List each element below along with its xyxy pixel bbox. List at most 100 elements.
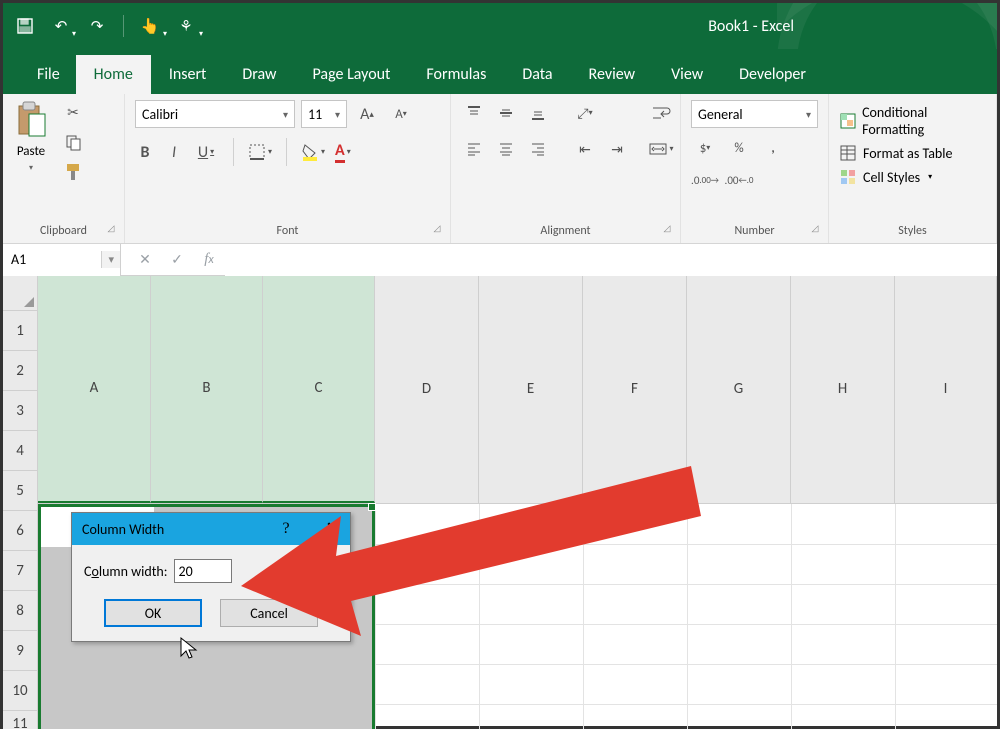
row-header[interactable]: 9 bbox=[3, 631, 38, 671]
decrease-font-icon[interactable]: A▾ bbox=[387, 100, 415, 128]
row-header[interactable]: 8 bbox=[3, 591, 38, 631]
column-header[interactable]: D bbox=[375, 276, 479, 503]
redo-icon[interactable]: ↷ bbox=[83, 12, 111, 40]
tab-insert[interactable]: Insert bbox=[151, 55, 225, 94]
paste-label: Paste bbox=[17, 144, 45, 159]
chevron-down-icon: ▾ bbox=[335, 108, 340, 121]
tab-home[interactable]: Home bbox=[76, 55, 151, 94]
column-header[interactable]: F bbox=[583, 276, 687, 503]
bold-button[interactable]: B bbox=[135, 138, 155, 166]
group-number: General▾ $ ▾ % , .0.00→ .00←.0 Number ◿ bbox=[681, 94, 829, 243]
fill-handle[interactable] bbox=[368, 503, 376, 511]
tab-page-layout[interactable]: Page Layout bbox=[295, 55, 409, 94]
row-header[interactable]: 6 bbox=[3, 511, 38, 551]
clipboard-launcher-icon[interactable]: ◿ bbox=[104, 221, 118, 235]
tab-developer[interactable]: Developer bbox=[721, 55, 824, 94]
font-launcher-icon[interactable]: ◿ bbox=[430, 221, 444, 235]
tab-review[interactable]: Review bbox=[571, 55, 654, 94]
borders-icon[interactable]: ▾ bbox=[248, 138, 272, 166]
touch-mode-icon[interactable]: 👆▾ bbox=[136, 12, 164, 40]
font-size-select[interactable]: 11▾ bbox=[301, 100, 347, 128]
undo-icon[interactable]: ↶▾ bbox=[47, 12, 75, 40]
orientation-icon[interactable]: ⤢▾ bbox=[572, 100, 598, 126]
column-width-input[interactable] bbox=[174, 559, 232, 583]
alignment-group-label: Alignment bbox=[540, 224, 590, 238]
decrease-decimal-icon[interactable]: .00←.0 bbox=[725, 168, 753, 192]
increase-decimal-icon[interactable]: .0.00→ bbox=[691, 168, 719, 192]
copy-icon[interactable] bbox=[61, 130, 85, 154]
align-right-icon[interactable] bbox=[525, 136, 551, 162]
ribbon: Paste ▾ ✂ Clipboard◿ Calibri▾ 11▾ A▴ A▾ bbox=[3, 94, 997, 244]
help-icon[interactable]: ? bbox=[274, 520, 298, 538]
increase-font-icon[interactable]: A▴ bbox=[353, 100, 381, 128]
align-left-icon[interactable] bbox=[461, 136, 487, 162]
increase-indent-icon[interactable]: ⇥ bbox=[604, 136, 630, 162]
column-header[interactable]: C bbox=[263, 276, 375, 503]
align-top-icon[interactable] bbox=[461, 100, 487, 126]
insert-function-icon[interactable]: fx bbox=[193, 244, 225, 276]
align-center-icon[interactable] bbox=[493, 136, 519, 162]
cut-icon[interactable]: ✂ bbox=[61, 100, 85, 124]
cancel-formula-icon[interactable]: ✕ bbox=[129, 244, 161, 276]
accounting-format-icon[interactable]: $ ▾ bbox=[691, 136, 719, 160]
formula-bar: A1▾ ✕ ✓ fx bbox=[3, 244, 997, 276]
enter-formula-icon[interactable]: ✓ bbox=[161, 244, 193, 276]
align-middle-icon[interactable] bbox=[493, 100, 519, 126]
number-launcher-icon[interactable]: ◿ bbox=[808, 221, 822, 235]
tab-draw[interactable]: Draw bbox=[224, 55, 294, 94]
number-group-label: Number bbox=[734, 224, 774, 238]
title-bar: ↶▾ ↷ 👆▾ ⚘▾ Book1 - Excel bbox=[3, 3, 997, 49]
formula-input[interactable] bbox=[225, 244, 997, 276]
align-bottom-icon[interactable] bbox=[525, 100, 551, 126]
row-header[interactable]: 4 bbox=[3, 431, 38, 471]
ok-button[interactable]: OK bbox=[104, 599, 202, 627]
mouse-cursor-icon bbox=[179, 636, 199, 662]
column-header[interactable]: E bbox=[479, 276, 583, 503]
close-icon[interactable]: ✕ bbox=[298, 519, 340, 539]
font-family-select[interactable]: Calibri▾ bbox=[135, 100, 295, 128]
column-header[interactable]: H bbox=[791, 276, 895, 503]
column-header[interactable]: B bbox=[151, 276, 263, 503]
column-width-dialog: Column Width ? ✕ Column width: OK Cancel bbox=[71, 512, 351, 642]
decrease-indent-icon[interactable]: ⇤ bbox=[572, 136, 598, 162]
worksheet: 1 2 3 4 5 6 7 8 9 10 11 A B C D E F G H … bbox=[3, 276, 997, 729]
row-header[interactable]: 2 bbox=[3, 351, 38, 391]
tab-view[interactable]: View bbox=[653, 55, 721, 94]
alignment-launcher-icon[interactable]: ◿ bbox=[660, 221, 674, 235]
row-header[interactable]: 10 bbox=[3, 671, 38, 711]
italic-button[interactable]: I bbox=[165, 138, 183, 166]
underline-button[interactable]: U▾ bbox=[193, 138, 219, 166]
conditional-formatting-button[interactable]: Conditional Formatting bbox=[839, 104, 986, 138]
column-header[interactable]: G bbox=[687, 276, 791, 503]
tab-formulas[interactable]: Formulas bbox=[408, 55, 504, 94]
font-color-icon[interactable]: A▾ bbox=[335, 138, 351, 166]
cell-styles-button[interactable]: Cell Styles▾ bbox=[839, 168, 986, 186]
fill-color-icon[interactable]: ▾ bbox=[301, 138, 325, 166]
name-box[interactable]: A1▾ bbox=[3, 244, 121, 276]
quick-access-toolbar: ↶▾ ↷ 👆▾ ⚘▾ bbox=[11, 3, 200, 49]
number-format-select[interactable]: General▾ bbox=[691, 100, 818, 128]
format-painter-icon[interactable] bbox=[61, 160, 85, 184]
format-as-table-button[interactable]: Format as Table bbox=[839, 144, 986, 162]
row-header[interactable]: 3 bbox=[3, 391, 38, 431]
tab-data[interactable]: Data bbox=[504, 55, 570, 94]
chevron-down-icon: ▾ bbox=[283, 108, 288, 121]
select-all-cell[interactable] bbox=[3, 276, 38, 311]
chevron-down-icon[interactable]: ▾ bbox=[101, 251, 120, 268]
group-styles: Conditional Formatting Format as Table C… bbox=[829, 94, 997, 243]
cancel-button[interactable]: Cancel bbox=[220, 599, 318, 627]
row-header[interactable]: 7 bbox=[3, 551, 38, 591]
column-header[interactable]: I bbox=[895, 276, 997, 503]
save-icon[interactable] bbox=[11, 12, 39, 40]
paste-button[interactable]: Paste ▾ bbox=[13, 100, 49, 173]
row-header[interactable]: 5 bbox=[3, 471, 38, 511]
tab-file[interactable]: File bbox=[21, 55, 76, 94]
row-header[interactable]: 11 bbox=[3, 711, 38, 729]
comma-format-icon[interactable]: , bbox=[759, 136, 787, 160]
percent-format-icon[interactable]: % bbox=[725, 136, 753, 160]
wrap-text-icon[interactable] bbox=[646, 100, 676, 126]
share-icon[interactable]: ⚘▾ bbox=[172, 12, 200, 40]
merge-center-icon[interactable]: ▾ bbox=[646, 136, 676, 162]
column-header[interactable]: A bbox=[38, 276, 151, 503]
row-header[interactable]: 1 bbox=[3, 311, 38, 351]
